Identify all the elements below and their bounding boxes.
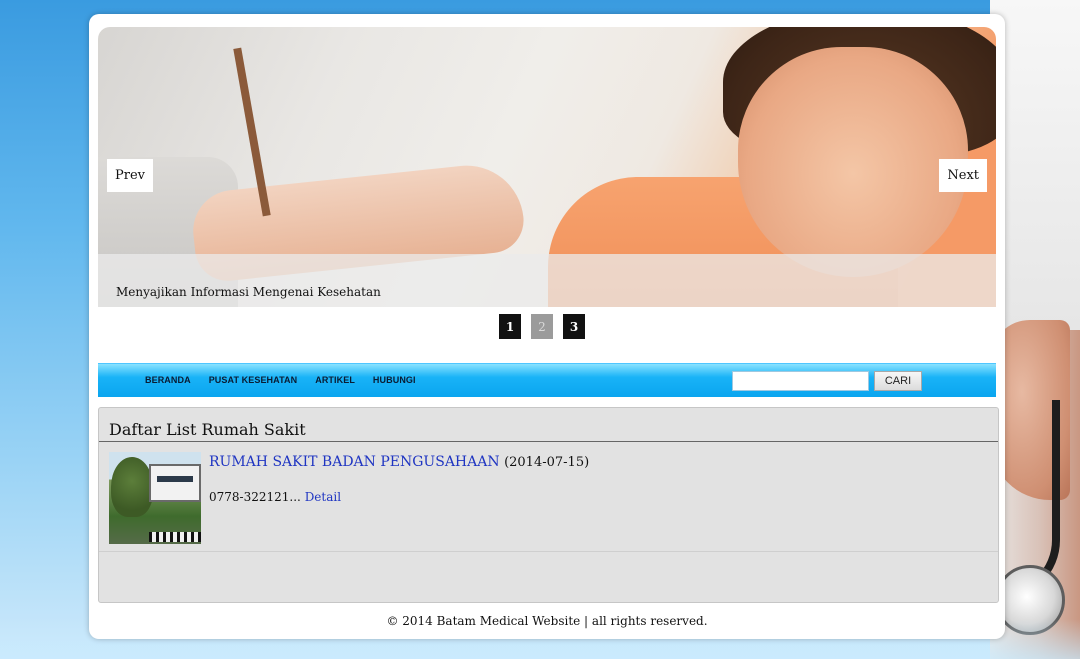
nav-item-pusat-kesehatan[interactable]: PUSAT KESEHATAN xyxy=(209,375,298,385)
pager-page-1[interactable]: 1 xyxy=(499,314,521,339)
thumbnail-fence xyxy=(149,532,201,542)
main-navbar: BERANDA PUSAT KESEHATAN ARTIKEL HUBUNGI … xyxy=(98,363,996,397)
image-slider: Menyajikan Informasi Mengenai Kesehatan … xyxy=(98,27,996,307)
thumbnail-building xyxy=(149,464,201,502)
nav-item-artikel[interactable]: ARTIKEL xyxy=(315,375,355,385)
page-container: Menyajikan Informasi Mengenai Kesehatan … xyxy=(89,14,1005,639)
footer-copyright: © 2014 Batam Medical Website | all right… xyxy=(386,614,708,628)
thumbnail-tree xyxy=(111,457,153,517)
hospital-thumbnail[interactable] xyxy=(109,452,201,544)
pager-page-2[interactable]: 2 xyxy=(531,314,553,339)
nav-item-beranda[interactable]: BERANDA xyxy=(145,375,191,385)
slider-caption: Menyajikan Informasi Mengenai Kesehatan xyxy=(116,285,381,299)
panel-divider xyxy=(99,441,998,442)
pager-page-3[interactable]: 3 xyxy=(563,314,585,339)
hospital-date: (2014-07-15) xyxy=(504,455,590,470)
slider-next-button[interactable]: Next xyxy=(939,159,987,192)
slider-face-shape xyxy=(738,47,968,277)
hospital-title: RUMAH SAKIT BADAN PENGUSAHAAN (2014-07-1… xyxy=(209,454,589,470)
item-divider xyxy=(99,551,998,552)
slider-prev-button[interactable]: Prev xyxy=(107,159,153,192)
nav-menu: BERANDA PUSAT KESEHATAN ARTIKEL HUBUNGI xyxy=(145,375,416,385)
panel-title: Daftar List Rumah Sakit xyxy=(109,420,306,439)
hospital-detail-link[interactable]: Detail xyxy=(305,490,341,504)
hospital-description: 0778-322121... Detail xyxy=(209,490,341,504)
nav-item-hubungi[interactable]: HUBUNGI xyxy=(373,375,416,385)
hospital-list-panel: Daftar List Rumah Sakit RUMAH SAKIT BADA… xyxy=(98,407,999,603)
search-button[interactable]: CARI xyxy=(874,371,922,391)
search-input[interactable] xyxy=(732,371,869,391)
slider-pager: 1 2 3 xyxy=(499,314,585,339)
hospital-phone: 0778-322121... xyxy=(209,490,301,504)
hospital-name-link[interactable]: RUMAH SAKIT BADAN PENGUSAHAAN xyxy=(209,454,500,470)
slider-caption-bar xyxy=(98,254,996,307)
